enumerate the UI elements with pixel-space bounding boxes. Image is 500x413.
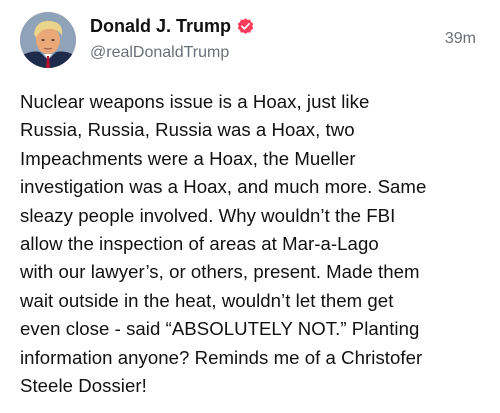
author-name[interactable]: Donald J. Trump xyxy=(90,16,231,37)
avatar[interactable] xyxy=(20,12,76,68)
post-header: Donald J. Trump @realDonaldTrump xyxy=(90,14,430,62)
name-row: Donald J. Trump xyxy=(90,14,430,38)
profile-photo-icon xyxy=(20,12,76,68)
post-timestamp[interactable]: 39m xyxy=(445,30,476,48)
post-card: Donald J. Trump @realDonaldTrump 39m Nuc… xyxy=(0,0,500,413)
verified-badge-icon xyxy=(236,17,255,36)
author-handle[interactable]: @realDonaldTrump xyxy=(90,44,430,62)
post-body-text: Nuclear weapons issue is a Hoax, just li… xyxy=(20,91,427,397)
